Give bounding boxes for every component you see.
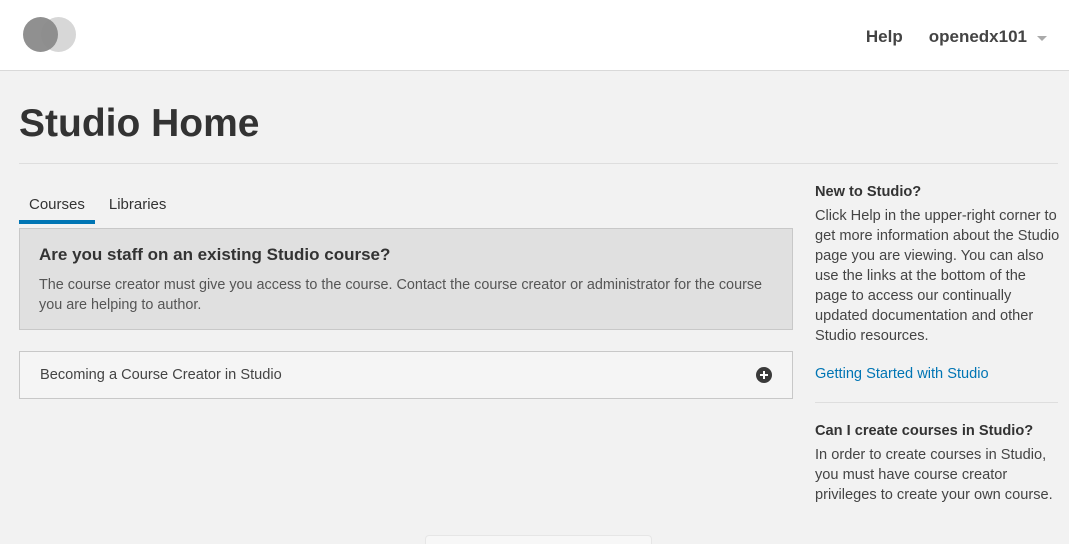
help-link[interactable]: Help	[866, 27, 903, 47]
page-title: Studio Home	[19, 102, 260, 145]
user-nav: Help openedx101	[866, 27, 1047, 47]
create-courses-text: In order to create courses in Studio, yo…	[815, 447, 1053, 503]
logo[interactable]	[23, 17, 77, 53]
username: openedx101	[928, 27, 1027, 46]
plus-circle-icon[interactable]	[756, 367, 772, 383]
bottom-panel-tab[interactable]	[425, 535, 652, 544]
staff-notice: Are you staff on an existing Studio cour…	[19, 228, 793, 330]
chevron-down-icon	[1037, 35, 1047, 41]
top-header: Help openedx101	[0, 0, 1069, 71]
staff-notice-title: Are you staff on an existing Studio cour…	[39, 245, 391, 264]
new-to-studio-text: Click Help in the upper-right corner to …	[815, 208, 1060, 344]
new-to-studio-heading: New to Studio?	[815, 184, 922, 200]
course-creator-expander[interactable]: Becoming a Course Creator in Studio	[19, 351, 793, 399]
sidebar-divider	[815, 402, 1058, 403]
logo-circle-dark	[23, 17, 58, 52]
tab-libraries[interactable]: Libraries	[99, 192, 177, 224]
user-menu[interactable]: openedx101	[929, 27, 1047, 47]
create-courses-heading: Can I create courses in Studio?	[815, 423, 1034, 439]
tab-courses[interactable]: Courses	[19, 192, 95, 224]
getting-started-link[interactable]: Getting Started with Studio	[815, 366, 1060, 382]
help-sidebar: New to Studio? Click Help in the upper-r…	[815, 184, 1060, 505]
title-divider	[19, 163, 1058, 164]
staff-notice-body: The course creator must give you access …	[39, 277, 763, 313]
course-creator-label: Becoming a Course Creator in Studio	[40, 367, 282, 383]
tab-bar: Courses Libraries	[19, 192, 176, 224]
